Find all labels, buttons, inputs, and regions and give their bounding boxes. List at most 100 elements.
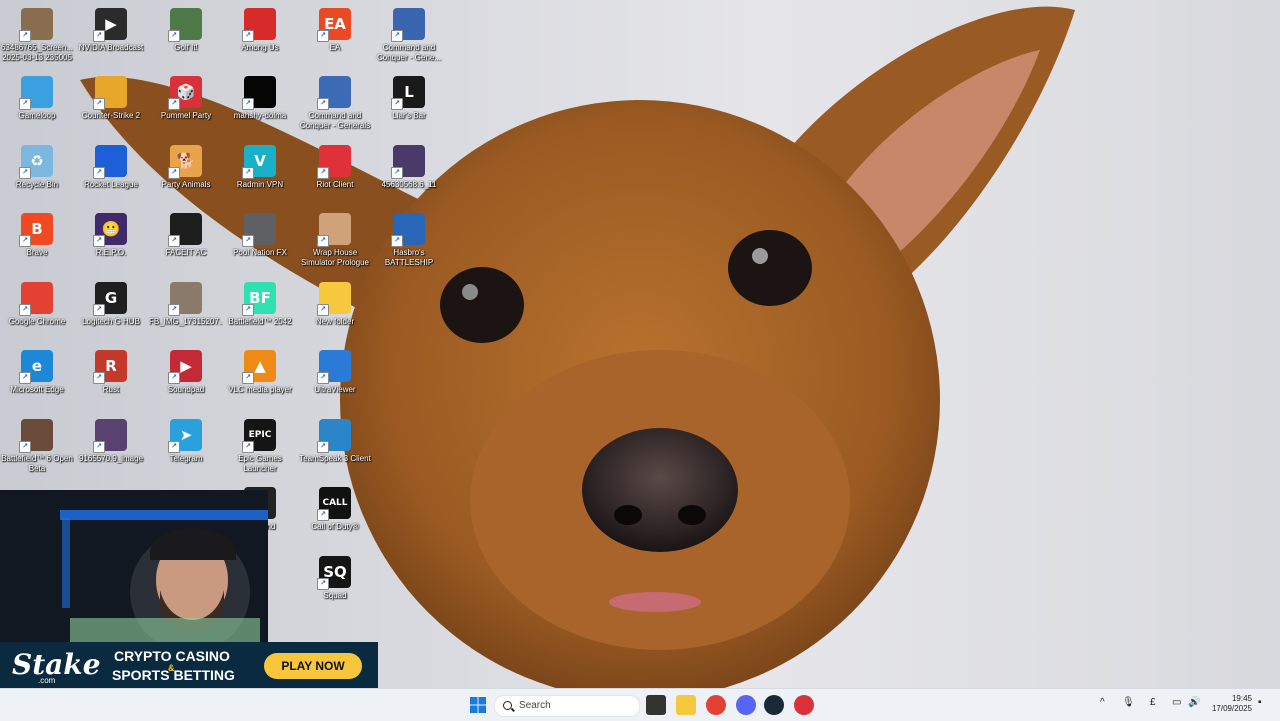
desktop-icon[interactable]: V ↗ Radmin VPN	[223, 141, 297, 209]
desktop-icon[interactable]: ↗ Among Us	[223, 4, 297, 72]
desktop-icon-label: Command and Conquer - Gene...	[376, 43, 442, 62]
desktop-icon[interactable]: ↗ Pool Nation FX	[223, 209, 297, 277]
desktop-icon[interactable]: ↗ 45630568.6_11	[372, 141, 446, 209]
taskbar: Search ^ 🎙 £ ▭ 🔊 19:45 17/09/2025 ▪	[0, 688, 1280, 721]
desktop-icon-label: New folder	[315, 317, 355, 326]
desktop-icon-label: Radmin VPN	[236, 180, 284, 189]
desktop-icon[interactable]: ↗ Gameloop	[0, 72, 74, 140]
sponsor-logo: Stake	[12, 648, 101, 681]
taskbar-app-chrome[interactable]	[706, 695, 726, 715]
shortcut-arrow-icon: ↗	[242, 235, 254, 247]
desktop-icon[interactable]: ▶ ↗ Soundpad	[149, 346, 223, 414]
shortcut-arrow-icon: ↗	[317, 372, 329, 384]
app-icon: V ↗	[242, 145, 276, 179]
desktop-icon[interactable]: ↗ Google Chrome	[0, 278, 74, 346]
desktop-icon[interactable]: ↗ FACEIT AC	[149, 209, 223, 277]
desktop-icon[interactable]: EA ↗ EA	[298, 4, 372, 72]
desktop-icon[interactable]: ↗ Counter-Strike 2	[74, 72, 148, 140]
desktop-icon[interactable]: ↗ Riot Client	[298, 141, 372, 209]
desktop-icon[interactable]: EPIC ↗ Epic Games Launcher	[223, 415, 297, 483]
desktop-icon[interactable]: ➤ ↗ Telegram	[149, 415, 223, 483]
app-icon: G ↗	[93, 282, 127, 316]
desktop-icon[interactable]: e ↗ Microsoft Edge	[0, 346, 74, 414]
desktop-icon[interactable]: B ↗ Brave	[0, 209, 74, 277]
shortcut-arrow-icon: ↗	[168, 372, 180, 384]
desktop-icon[interactable]: SQ ↗ Squad	[298, 552, 372, 620]
app-icon: ↗	[391, 213, 425, 247]
desktop-icon-label: Battlefield™ 6 Open Beta	[1, 454, 73, 473]
taskbar-app-steam[interactable]	[764, 695, 784, 715]
shortcut-arrow-icon: ↗	[242, 167, 254, 179]
app-icon: ♻ ↗	[19, 145, 53, 179]
desktop-icon-label: Soundpad	[167, 385, 205, 394]
desktop-icon[interactable]: ↗ FB_IMG_17315207...	[149, 278, 223, 346]
desktop-icon-label: Logitech G HUB	[82, 317, 140, 326]
notification-icon[interactable]: ▪	[1258, 697, 1262, 708]
taskbar-app-discord[interactable]	[736, 695, 756, 715]
desktop-icon[interactable]: 🎲 ↗ Pummel Party	[149, 72, 223, 140]
desktop-icon-label: 45630568.6_11	[381, 180, 437, 189]
app-icon: 😬 ↗	[93, 213, 127, 247]
app-icon: ↗	[317, 76, 351, 110]
desktop-icon[interactable]: ↗ Hasbro's BATTLESHIP	[372, 209, 446, 277]
app-icon: ↗	[168, 282, 202, 316]
taskbar-search[interactable]: Search	[494, 695, 640, 717]
microphone-icon[interactable]: 🎙	[1122, 697, 1135, 708]
desktop-icon[interactable]: G ↗ Logitech G HUB	[74, 278, 148, 346]
desktop-icon[interactable]: ▲ ↗ VLC media player	[223, 346, 297, 414]
desktop-icon[interactable]: ♻ ↗ Recycle Bin	[0, 141, 74, 209]
desktop-icon[interactable]: ↗ TeamSpeak 3 Client	[298, 415, 372, 483]
desktop-icon[interactable]: BF ↗ Battlefield™ 2042	[223, 278, 297, 346]
play-now-button[interactable]: PLAY NOW	[264, 653, 362, 679]
desktop-icon[interactable]: ↗ Battlefield™ 6 Open Beta	[0, 415, 74, 483]
volume-icon[interactable]: 🔊	[1188, 697, 1200, 708]
desktop-icon-label: Brave	[26, 248, 48, 257]
sponsor-domain: .com	[38, 676, 56, 685]
taskbar-app-task-view[interactable]	[646, 695, 666, 715]
search-icon	[503, 701, 512, 710]
shortcut-arrow-icon: ↗	[391, 167, 403, 179]
desktop-icon[interactable]: ↗ 63486765_Screen... 2025-03-13 235005	[0, 4, 74, 72]
shortcut-arrow-icon: ↗	[168, 441, 180, 453]
desktop-icon[interactable]: ↗ Golf It!	[149, 4, 223, 72]
app-icon: ↗	[242, 213, 276, 247]
desktop-icon[interactable]: 🐕 ↗ Party Animals	[149, 141, 223, 209]
streamer-webcam	[0, 490, 268, 642]
app-icon: e ↗	[19, 350, 53, 384]
input-language[interactable]: £	[1150, 697, 1156, 708]
desktop-icon[interactable]: R ↗ Rust	[74, 346, 148, 414]
desktop-icon[interactable]: L ↗ Liar's Bar	[372, 72, 446, 140]
desktop-icon[interactable]: ↗ UltraViewer	[298, 346, 372, 414]
desktop-icon[interactable]: ↗ Rocket League	[74, 141, 148, 209]
app-icon: ↗	[168, 8, 202, 42]
desktop-icon[interactable]: ↗ Command and Conquer - Gene...	[372, 4, 446, 72]
desktop-icon[interactable]: 😬 ↗ R.E.P.O.	[74, 209, 148, 277]
desktop-icon-label: VLC media player	[228, 385, 292, 394]
shortcut-arrow-icon: ↗	[93, 30, 105, 42]
desktop-icon-label: Call of Duty®	[311, 522, 359, 531]
system-clock[interactable]: 19:45 17/09/2025	[1204, 694, 1252, 714]
desktop-icon[interactable]: ↗ New folder	[298, 278, 372, 346]
desktop-icon[interactable]: CALL ↗ Call of Duty®	[298, 483, 372, 551]
app-icon: ↗	[93, 76, 127, 110]
shortcut-arrow-icon: ↗	[317, 578, 329, 590]
sponsor-line-2: SPORTS BETTING	[112, 667, 235, 683]
desktop-icon-label: Google Chrome	[8, 317, 66, 326]
desktop-icon-label: FACEIT AC	[165, 248, 207, 257]
app-icon: 🎲 ↗	[168, 76, 202, 110]
desktop-icon[interactable]: ↗ mahshy-dolma	[223, 72, 297, 140]
start-button[interactable]	[468, 695, 488, 715]
desktop-icon[interactable]: ↗ 9165570.9_image	[74, 415, 148, 483]
app-icon: ↗	[19, 282, 53, 316]
tray-chevron-icon[interactable]: ^	[1100, 697, 1105, 708]
app-icon: 🐕 ↗	[168, 145, 202, 179]
shortcut-arrow-icon: ↗	[391, 98, 403, 110]
taskbar-app-file-explorer[interactable]	[676, 695, 696, 715]
network-icon[interactable]: ▭	[1172, 697, 1181, 708]
desktop-icon[interactable]: ▶ ↗ NVIDIA Broadcast	[74, 4, 148, 72]
taskbar-app-recording-app[interactable]	[794, 695, 814, 715]
app-icon: ↗	[317, 419, 351, 453]
shortcut-arrow-icon: ↗	[391, 235, 403, 247]
desktop-icon[interactable]: ↗ Command and Conquer - Generals	[298, 72, 372, 140]
desktop-icon[interactable]: ↗ Wrap House Simulator Prologue	[298, 209, 372, 277]
